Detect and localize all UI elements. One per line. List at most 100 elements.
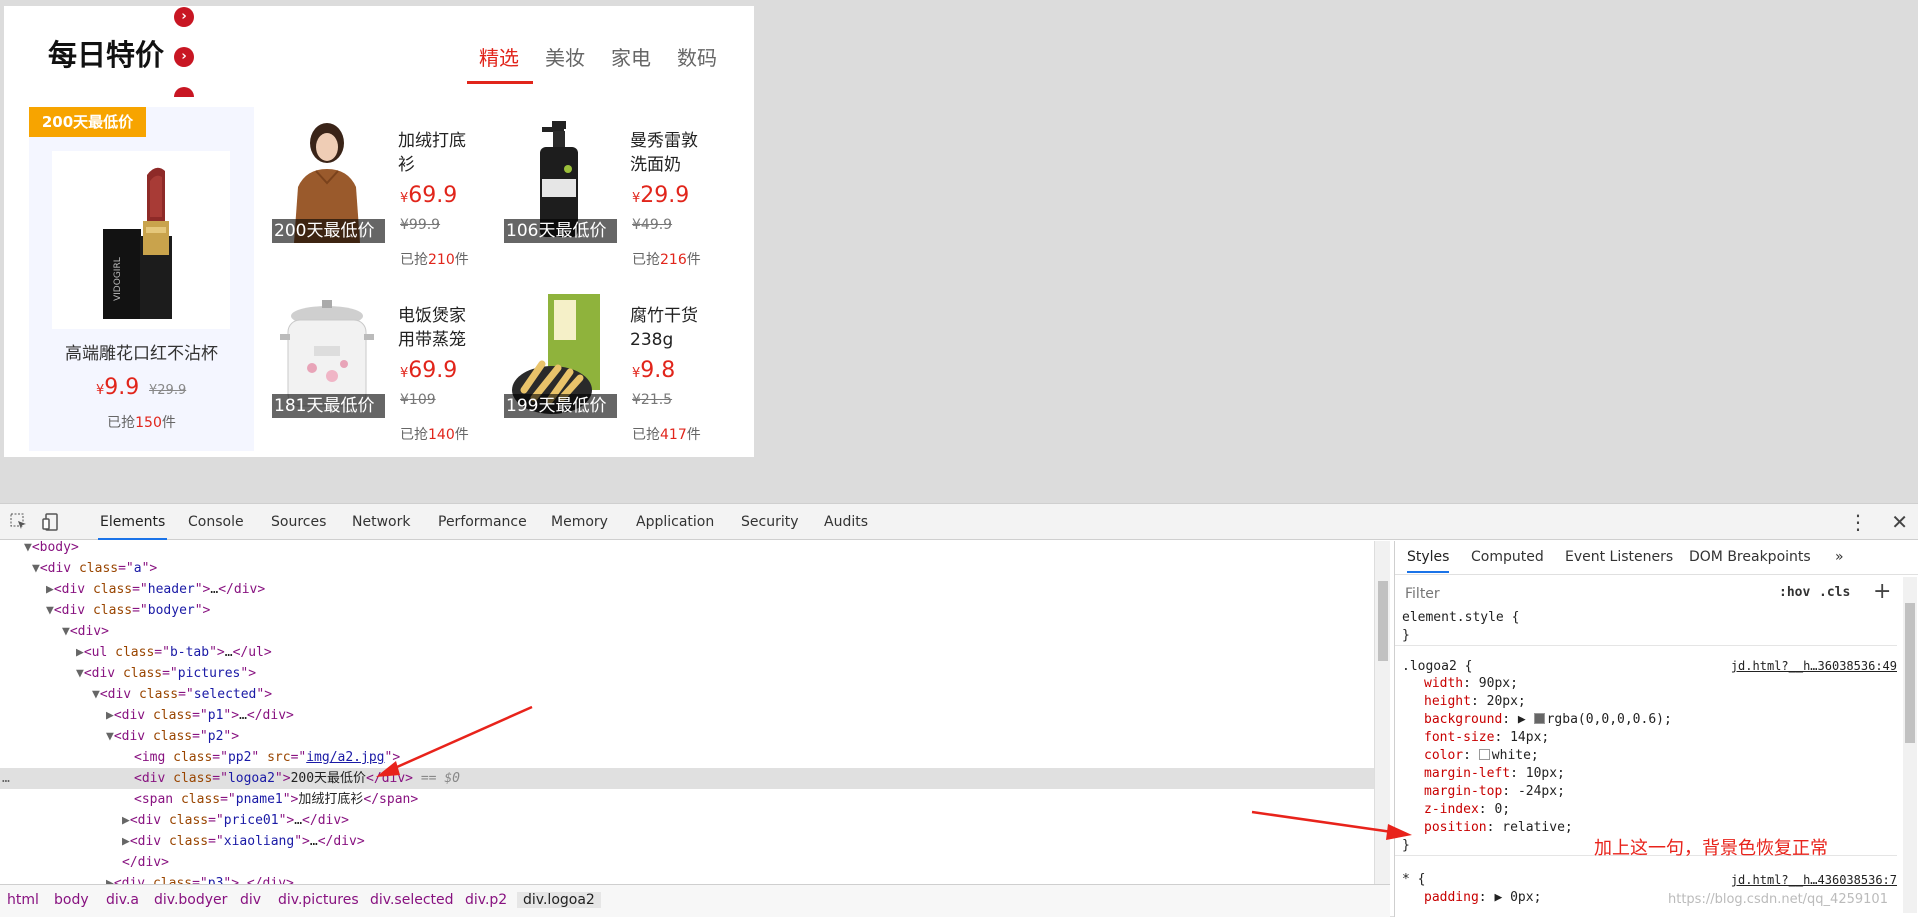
scrollbar-thumb[interactable]: [1905, 603, 1915, 743]
product-name[interactable]: 曼秀雷敦洗面奶: [630, 129, 710, 177]
tab-console[interactable]: Console: [188, 504, 244, 540]
breadcrumb-item[interactable]: div.selected: [370, 892, 454, 908]
dom-node[interactable]: ▶<div class="price01">…</div>: [0, 810, 1374, 831]
breadcrumb-item[interactable]: div.bodyer: [154, 892, 227, 908]
breadcrumb-item-current[interactable]: div.logoa2: [517, 892, 601, 908]
tab-event-listeners[interactable]: Event Listeners: [1565, 549, 1673, 565]
styles-scrollbar[interactable]: [1903, 577, 1917, 913]
hov-toggle[interactable]: :hov: [1779, 585, 1810, 600]
product-card[interactable]: 181天最低价 电饭煲家用带蒸笼 ¥69.9 ¥109 已抢140件: [272, 294, 492, 454]
tab-appliances[interactable]: 家电: [611, 42, 651, 71]
product-card[interactable]: 106天最低价 曼秀雷敦洗面奶 ¥29.9 ¥49.9 已抢216件: [504, 119, 724, 279]
product-old-price: ¥49.9: [632, 217, 673, 233]
dom-node[interactable]: ▼<div class="selected">: [0, 684, 1374, 705]
dom-node[interactable]: ▼<div class="bodyer">: [0, 600, 1374, 621]
product-sold: 已抢216件: [632, 252, 701, 268]
dom-node[interactable]: ▶<ul class="b-tab">…</ul>: [0, 642, 1374, 663]
tab-digital[interactable]: 数码: [677, 42, 717, 71]
watermark: https://blog.csdn.net/qq_4259101: [1668, 892, 1888, 907]
tab-application[interactable]: Application: [636, 504, 714, 540]
dom-node[interactable]: ▶<div class="xiaoliang">…</div>: [0, 831, 1374, 852]
css-source-link[interactable]: jd.html?__h…436038536:7: [1731, 873, 1897, 887]
dom-node[interactable]: <span class="pname1">加绒打底衫</span>: [0, 789, 1374, 810]
tab-memory[interactable]: Memory: [551, 504, 608, 540]
tab-audits[interactable]: Audits: [824, 504, 868, 540]
breadcrumb-item[interactable]: div.pictures: [278, 892, 359, 908]
breadcrumb-item[interactable]: div.a: [106, 892, 139, 908]
tab-styles[interactable]: Styles: [1407, 549, 1450, 573]
css-prop[interactable]: z-index: 0;: [1395, 801, 1897, 819]
dom-node[interactable]: ▶<div class="p1">…</div>: [0, 705, 1374, 726]
product-sold: 已抢417件: [632, 427, 701, 443]
logoa2-rule[interactable]: .logoa2 { jd.html?__h…36038536:49 width:…: [1395, 657, 1897, 856]
chevron-right-icon[interactable]: ›: [174, 7, 194, 27]
tab-performance[interactable]: Performance: [438, 504, 527, 540]
breadcrumb-item[interactable]: body: [54, 892, 89, 908]
product-name[interactable]: 加绒打底衫: [398, 129, 478, 177]
styles-pane: Styles Computed Event Listeners DOM Brea…: [1394, 541, 1918, 917]
css-prop[interactable]: font-size: 14px;: [1395, 729, 1897, 747]
css-prop[interactable]: margin-left: 10px;: [1395, 765, 1897, 783]
element-style-rule[interactable]: element.style { }: [1395, 609, 1897, 646]
css-prop[interactable]: margin-top: -24px;: [1395, 783, 1897, 801]
dom-node[interactable]: ▶<div class="header">…</div>: [0, 579, 1374, 600]
svg-text:VIDOGIRL: VIDOGIRL: [113, 257, 123, 301]
color-swatch[interactable]: [1478, 749, 1490, 760]
dom-node[interactable]: ▼<body>: [0, 541, 1374, 558]
dom-node[interactable]: ▼<div class="a">: [0, 558, 1374, 579]
more-icon[interactable]: …: [2, 768, 10, 789]
annotation-text: 加上这一句，背景色恢复正常: [1594, 838, 1828, 859]
product-card[interactable]: 199天最低价 腐竹干货238g ¥9.8 ¥21.5 已抢417件: [504, 294, 724, 454]
dom-node[interactable]: ▼<div>: [0, 621, 1374, 642]
product-price: ¥29.9: [632, 183, 690, 208]
product-price: ¥9.8: [632, 358, 676, 383]
breadcrumb-item[interactable]: div.p2: [465, 892, 507, 908]
styles-filter-input[interactable]: [1399, 581, 1759, 607]
chevron-right-icon[interactable]: ›: [174, 47, 194, 67]
product-name[interactable]: 电饭煲家用带蒸笼: [398, 304, 478, 352]
tab-elements[interactable]: Elements: [98, 504, 168, 540]
dom-node[interactable]: <img class="pp2" src="img/a2.jpg">: [0, 747, 1374, 768]
cls-toggle[interactable]: .cls: [1819, 585, 1850, 600]
css-close: }: [1402, 628, 1410, 643]
more-tabs-icon[interactable]: »: [1835, 549, 1844, 565]
dom-node-selected[interactable]: <div class="logoa2">200天最低价</div> == $0: [0, 768, 1374, 789]
lipstick-image[interactable]: VIDOGIRL: [52, 151, 230, 329]
device-toggle-icon[interactable]: [42, 513, 60, 531]
product-name[interactable]: 腐竹干货238g: [630, 304, 710, 352]
color-swatch[interactable]: [1533, 713, 1545, 724]
dom-node[interactable]: ▶<div class="p3">…</div>: [0, 873, 1374, 884]
breadcrumb-item[interactable]: div: [240, 892, 261, 908]
css-source-link[interactable]: jd.html?__h…36038536:49: [1731, 659, 1897, 673]
kebab-menu-icon[interactable]: ⋮: [1848, 510, 1868, 534]
tab-computed[interactable]: Computed: [1471, 549, 1544, 565]
inspect-cursor-icon[interactable]: [10, 513, 28, 531]
featured-price: ¥9.9: [96, 375, 140, 400]
css-prop[interactable]: color: white;: [1395, 747, 1897, 765]
product-badge: 200天最低价: [272, 219, 385, 243]
close-icon[interactable]: ✕: [1891, 510, 1908, 534]
tab-selected[interactable]: 精选: [479, 42, 519, 71]
tab-sources[interactable]: Sources: [271, 504, 326, 540]
scrollbar-thumb[interactable]: [1378, 581, 1388, 661]
breadcrumb-item[interactable]: html: [7, 892, 39, 908]
elements-tree[interactable]: ▼<body> ▼<div class="a"> ▶<div class="he…: [0, 541, 1374, 884]
css-prop[interactable]: background: ▶ rgba(0,0,0,0.6);: [1395, 711, 1897, 729]
dom-node[interactable]: </div>: [0, 852, 1374, 873]
annotation-arrow: [1251, 810, 1412, 840]
tab-security[interactable]: Security: [741, 504, 799, 540]
dom-node[interactable]: ▼<div class="p2">: [0, 726, 1374, 747]
product-sold: 已抢210件: [400, 252, 469, 268]
add-rule-icon[interactable]: +: [1873, 579, 1891, 604]
tab-dom-breakpoints[interactable]: DOM Breakpoints: [1689, 549, 1811, 565]
chevron-right-icon[interactable]: [174, 87, 194, 97]
css-prop[interactable]: width: 90px;: [1395, 675, 1897, 693]
tab-network[interactable]: Network: [352, 504, 410, 540]
dom-node[interactable]: ▼<div class="pictures">: [0, 663, 1374, 684]
page-title: 每日特价: [48, 38, 165, 72]
featured-name[interactable]: 高端雕花口红不沾杯: [29, 339, 254, 364]
css-prop[interactable]: height: 20px;: [1395, 693, 1897, 711]
product-old-price: ¥21.5: [632, 392, 673, 408]
product-card[interactable]: 200天最低价 加绒打底衫 ¥69.9 ¥99.9 已抢210件: [272, 119, 492, 279]
tab-beauty[interactable]: 美妆: [545, 42, 585, 71]
